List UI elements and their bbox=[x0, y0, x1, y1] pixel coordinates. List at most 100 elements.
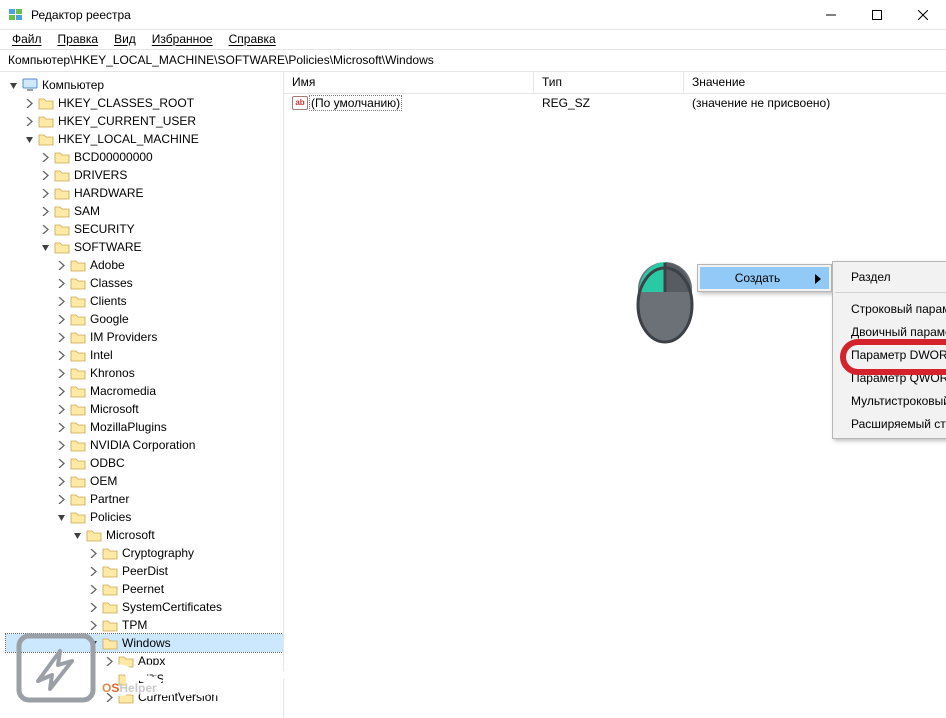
expand-icon[interactable] bbox=[54, 402, 68, 416]
tree-item[interactable]: MozillaPlugins bbox=[6, 418, 283, 436]
expand-icon[interactable] bbox=[54, 456, 68, 470]
expand-icon[interactable] bbox=[54, 312, 68, 326]
expand-icon[interactable] bbox=[22, 132, 36, 146]
col-value[interactable]: Значение bbox=[684, 72, 946, 93]
tree-item[interactable]: HARDWARE bbox=[6, 184, 283, 202]
ctx-item[interactable]: Параметр QWORD (64 бита) bbox=[833, 366, 946, 389]
tree-item[interactable]: HKEY_CLASSES_ROOT bbox=[6, 94, 283, 112]
watermark-cursor-icon bbox=[14, 631, 98, 708]
tree-item[interactable]: DRIVERS bbox=[6, 166, 283, 184]
tree-item[interactable]: BCD00000000 bbox=[6, 148, 283, 166]
tree-label: MozillaPlugins bbox=[90, 420, 167, 434]
tree-item[interactable]: Adobe bbox=[6, 256, 283, 274]
folder-icon bbox=[102, 636, 118, 650]
minimize-button[interactable] bbox=[808, 0, 854, 29]
tree-item[interactable]: Microsoft bbox=[6, 526, 283, 544]
tree-item[interactable]: Peernet bbox=[6, 580, 283, 598]
tree-item[interactable]: Microsoft bbox=[6, 400, 283, 418]
expand-icon[interactable] bbox=[54, 474, 68, 488]
expand-icon[interactable] bbox=[86, 564, 100, 578]
tree-item[interactable]: Macromedia bbox=[6, 382, 283, 400]
folder-icon bbox=[102, 582, 118, 596]
address-bar[interactable]: Компьютер\HKEY_LOCAL_MACHINE\SOFTWARE\Po… bbox=[0, 50, 946, 72]
folder-icon bbox=[70, 456, 86, 470]
col-name[interactable]: Имя bbox=[284, 72, 534, 93]
expand-icon[interactable] bbox=[6, 78, 20, 92]
folder-icon bbox=[70, 420, 86, 434]
expand-icon[interactable] bbox=[38, 222, 52, 236]
expand-icon[interactable] bbox=[54, 510, 68, 524]
menu-help[interactable]: Справка bbox=[223, 30, 282, 48]
expand-icon[interactable] bbox=[86, 582, 100, 596]
expand-icon[interactable] bbox=[54, 492, 68, 506]
expand-icon[interactable] bbox=[54, 258, 68, 272]
list-row[interactable]: ab (По умолчанию) REG_SZ (значение не пр… bbox=[284, 94, 946, 112]
menu-favorites[interactable]: Избранное bbox=[146, 30, 219, 48]
tree-pane[interactable]: КомпьютерHKEY_CLASSES_ROOT HKEY_CURRENT_U… bbox=[0, 72, 284, 718]
tree-label: HKEY_CURRENT_USER bbox=[58, 114, 196, 128]
expand-icon[interactable] bbox=[38, 150, 52, 164]
menu-edit[interactable]: Правка bbox=[52, 30, 105, 48]
expand-icon[interactable] bbox=[86, 618, 100, 632]
tree-item[interactable]: Компьютер bbox=[6, 76, 283, 94]
list-pane[interactable]: Имя Тип Значение ab (По умолчанию) REG_S… bbox=[284, 72, 946, 718]
tree-item[interactable]: NVIDIA Corporation bbox=[6, 436, 283, 454]
ctx-create[interactable]: Создать bbox=[700, 267, 829, 289]
expand-icon[interactable] bbox=[38, 186, 52, 200]
expand-icon[interactable] bbox=[22, 96, 36, 110]
ctx-item[interactable]: Параметр DWORD (32 бита) bbox=[833, 343, 946, 366]
close-button[interactable] bbox=[900, 0, 946, 29]
expand-icon[interactable] bbox=[54, 366, 68, 380]
folder-icon bbox=[70, 258, 86, 272]
tree-item[interactable]: SOFTWARE bbox=[6, 238, 283, 256]
ctx-item[interactable]: Раздел bbox=[833, 265, 946, 288]
ctx-item[interactable]: Мультистроковый параметр bbox=[833, 389, 946, 412]
context-menu: Создать bbox=[697, 264, 832, 292]
tree-item[interactable]: PeerDist bbox=[6, 562, 283, 580]
folder-icon bbox=[70, 492, 86, 506]
tree-item[interactable]: SECURITY bbox=[6, 220, 283, 238]
tree-item[interactable]: Classes bbox=[6, 274, 283, 292]
expand-icon[interactable] bbox=[22, 114, 36, 128]
ctx-item[interactable]: Строковый параметр bbox=[833, 297, 946, 320]
expand-icon[interactable] bbox=[70, 528, 84, 542]
tree-item[interactable]: Google bbox=[6, 310, 283, 328]
expand-icon[interactable] bbox=[54, 420, 68, 434]
tree-label: SOFTWARE bbox=[74, 240, 142, 254]
maximize-button[interactable] bbox=[854, 0, 900, 29]
expand-icon[interactable] bbox=[86, 546, 100, 560]
ctx-item[interactable]: Двоичный параметр bbox=[833, 320, 946, 343]
expand-icon[interactable] bbox=[54, 348, 68, 362]
tree-item[interactable]: OEM bbox=[6, 472, 283, 490]
expand-icon[interactable] bbox=[54, 438, 68, 452]
tree-item[interactable]: Clients bbox=[6, 292, 283, 310]
tree-item[interactable]: ODBC bbox=[6, 454, 283, 472]
expand-icon[interactable] bbox=[38, 240, 52, 254]
tree-item[interactable]: HKEY_LOCAL_MACHINE bbox=[6, 130, 283, 148]
tree-item[interactable]: IM Providers bbox=[6, 328, 283, 346]
expand-icon[interactable] bbox=[38, 204, 52, 218]
tree-item[interactable]: Cryptography bbox=[6, 544, 283, 562]
folder-icon bbox=[70, 330, 86, 344]
tree-item[interactable]: SystemCertificates bbox=[6, 598, 283, 616]
tree-label: Policies bbox=[90, 510, 131, 524]
expand-icon[interactable] bbox=[86, 600, 100, 614]
tree-item[interactable]: HKEY_CURRENT_USER bbox=[6, 112, 283, 130]
row-name: (По умолчанию) bbox=[310, 96, 401, 110]
tree-item[interactable]: Partner bbox=[6, 490, 283, 508]
menu-file[interactable]: Файл bbox=[6, 30, 48, 48]
ctx-item[interactable]: Расширяемый строковый параметр bbox=[833, 412, 946, 435]
expand-icon[interactable] bbox=[54, 384, 68, 398]
tree-item[interactable]: SAM bbox=[6, 202, 283, 220]
expand-icon[interactable] bbox=[54, 330, 68, 344]
col-type[interactable]: Тип bbox=[534, 72, 684, 93]
folder-icon bbox=[86, 528, 102, 542]
expand-icon[interactable] bbox=[54, 276, 68, 290]
tree-item[interactable]: Policies bbox=[6, 508, 283, 526]
tree-item[interactable]: Intel bbox=[6, 346, 283, 364]
menu-view[interactable]: Вид bbox=[108, 30, 142, 48]
expand-icon[interactable] bbox=[54, 294, 68, 308]
tree-item[interactable]: Khronos bbox=[6, 364, 283, 382]
expand-icon[interactable] bbox=[38, 168, 52, 182]
tree-label: OEM bbox=[90, 474, 117, 488]
